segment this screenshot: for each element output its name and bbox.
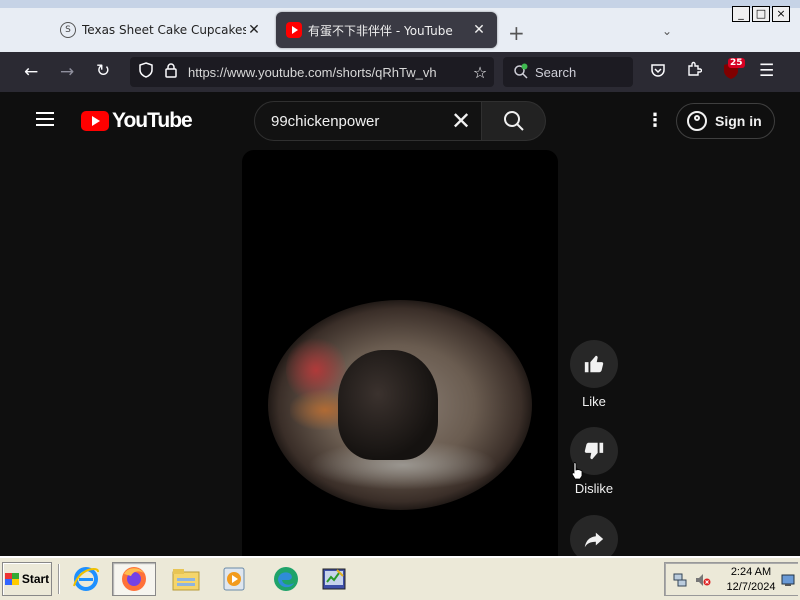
bookmark-star-icon[interactable]: ☆: [466, 63, 494, 82]
start-label: Start: [21, 572, 50, 586]
guide-menu-icon[interactable]: [36, 112, 54, 126]
youtube-logo[interactable]: YouTube: [81, 109, 193, 133]
system-tray: 2:24 AM 12/7/2024: [664, 562, 798, 596]
youtube-play-icon: [81, 111, 109, 131]
lock-icon[interactable]: [164, 62, 178, 82]
sign-in-button[interactable]: Sign in: [676, 103, 775, 139]
firefox-taskbar-icon[interactable]: [112, 562, 156, 596]
close-window-button[interactable]: ×: [772, 6, 790, 22]
url-text[interactable]: https://www.youtube.com/shorts/qRhTw_vh: [188, 65, 466, 80]
share-action[interactable]: [570, 515, 618, 556]
search-placeholder: Search: [535, 64, 577, 80]
volume-muted-icon[interactable]: [695, 572, 711, 591]
clear-search-icon[interactable]: ✕: [441, 107, 481, 135]
tab-title: Texas Sheet Cake Cupcakes Red: [82, 23, 246, 37]
tab-close-icon[interactable]: ✕: [246, 22, 262, 38]
new-tab-icon[interactable]: +: [508, 21, 525, 45]
edge-taskbar-icon[interactable]: [264, 562, 308, 596]
youtube-search-button[interactable]: [482, 101, 546, 141]
file-explorer-taskbar-icon[interactable]: [164, 562, 208, 596]
hand-cursor-icon: [571, 462, 583, 480]
minimize-button[interactable]: _: [732, 6, 750, 22]
tracking-protection-shield-icon[interactable]: [138, 62, 154, 82]
extensions-puzzle-icon[interactable]: [686, 61, 703, 81]
extension-badge: 25: [728, 58, 745, 68]
tab-youtube[interactable]: 有蛋不下非伴伴 - YouTube ✕: [276, 12, 497, 48]
settings-more-icon[interactable]: ⋮: [646, 110, 664, 131]
sign-in-label: Sign in: [715, 113, 762, 129]
chicken-image: [338, 350, 438, 460]
task-manager-taskbar-icon[interactable]: [312, 562, 356, 596]
windows-logo-icon: [4, 573, 19, 585]
site-favicon-icon: S: [60, 22, 76, 38]
address-bar[interactable]: https://www.youtube.com/shorts/qRhTw_vh …: [130, 57, 494, 87]
like-button[interactable]: [570, 340, 618, 388]
tab-close-icon[interactable]: ✕: [471, 22, 487, 38]
like-action[interactable]: Like: [570, 340, 618, 409]
network-icon[interactable]: [673, 572, 687, 591]
window-controls: _ □ ×: [732, 6, 790, 22]
user-avatar-icon: [687, 111, 707, 131]
search-icon: [503, 111, 524, 131]
search-engine-icon: [513, 63, 529, 82]
browser-search-box[interactable]: Search: [503, 57, 633, 87]
navigation-toolbar: ← → ↻ https://www.youtube.com/shorts/qRh…: [0, 52, 800, 92]
dislike-label: Dislike: [574, 481, 614, 496]
list-all-tabs-icon[interactable]: ⌄: [662, 24, 672, 38]
forward-icon[interactable]: →: [60, 62, 74, 82]
maximize-button[interactable]: □: [752, 6, 770, 22]
youtube-wordmark: YouTube: [112, 109, 193, 132]
youtube-favicon-icon: [286, 22, 302, 38]
media-player-taskbar-icon[interactable]: [212, 562, 256, 596]
shorts-video-player[interactable]: [242, 150, 558, 556]
back-icon[interactable]: ←: [24, 62, 38, 82]
internet-explorer-taskbar-icon[interactable]: [64, 562, 108, 596]
show-desktop-icon[interactable]: [781, 572, 795, 591]
start-button[interactable]: Start: [2, 562, 52, 596]
clock-date: 12/7/2024: [726, 581, 776, 593]
like-label: Like: [582, 394, 606, 409]
windows-taskbar: Start 2:24 AM 12/7/2024: [0, 556, 800, 600]
video-frame-chicken: [268, 300, 532, 510]
clock-time: 2:24 AM: [730, 566, 772, 578]
clock[interactable]: 2:24 AM 12/7/2024: [723, 565, 779, 595]
pocket-icon[interactable]: [650, 62, 666, 82]
youtube-search-input[interactable]: 99chickenpower ✕: [254, 101, 482, 141]
share-icon: [584, 532, 604, 548]
browser-window: S Texas Sheet Cake Cupcakes Red ✕ 有蛋不下非伴…: [0, 0, 800, 556]
taskbar-separator: [58, 564, 60, 594]
tab-strip: S Texas Sheet Cake Cupcakes Red ✕ 有蛋不下非伴…: [0, 0, 800, 52]
thumbs-up-icon: [584, 355, 604, 373]
hamburger-menu-icon[interactable]: ☰: [759, 61, 774, 81]
thumbs-down-icon: [584, 442, 604, 460]
tab-texas-sheet-cake[interactable]: S Texas Sheet Cake Cupcakes Red ✕: [50, 12, 272, 48]
tab-title: 有蛋不下非伴伴 - YouTube: [308, 23, 453, 38]
youtube-page: YouTube 99chickenpower ✕ ⋮ Sign in Like …: [0, 92, 800, 556]
share-button[interactable]: [570, 515, 618, 556]
reload-icon[interactable]: ↻: [96, 61, 110, 81]
search-query[interactable]: 99chickenpower: [271, 113, 441, 130]
